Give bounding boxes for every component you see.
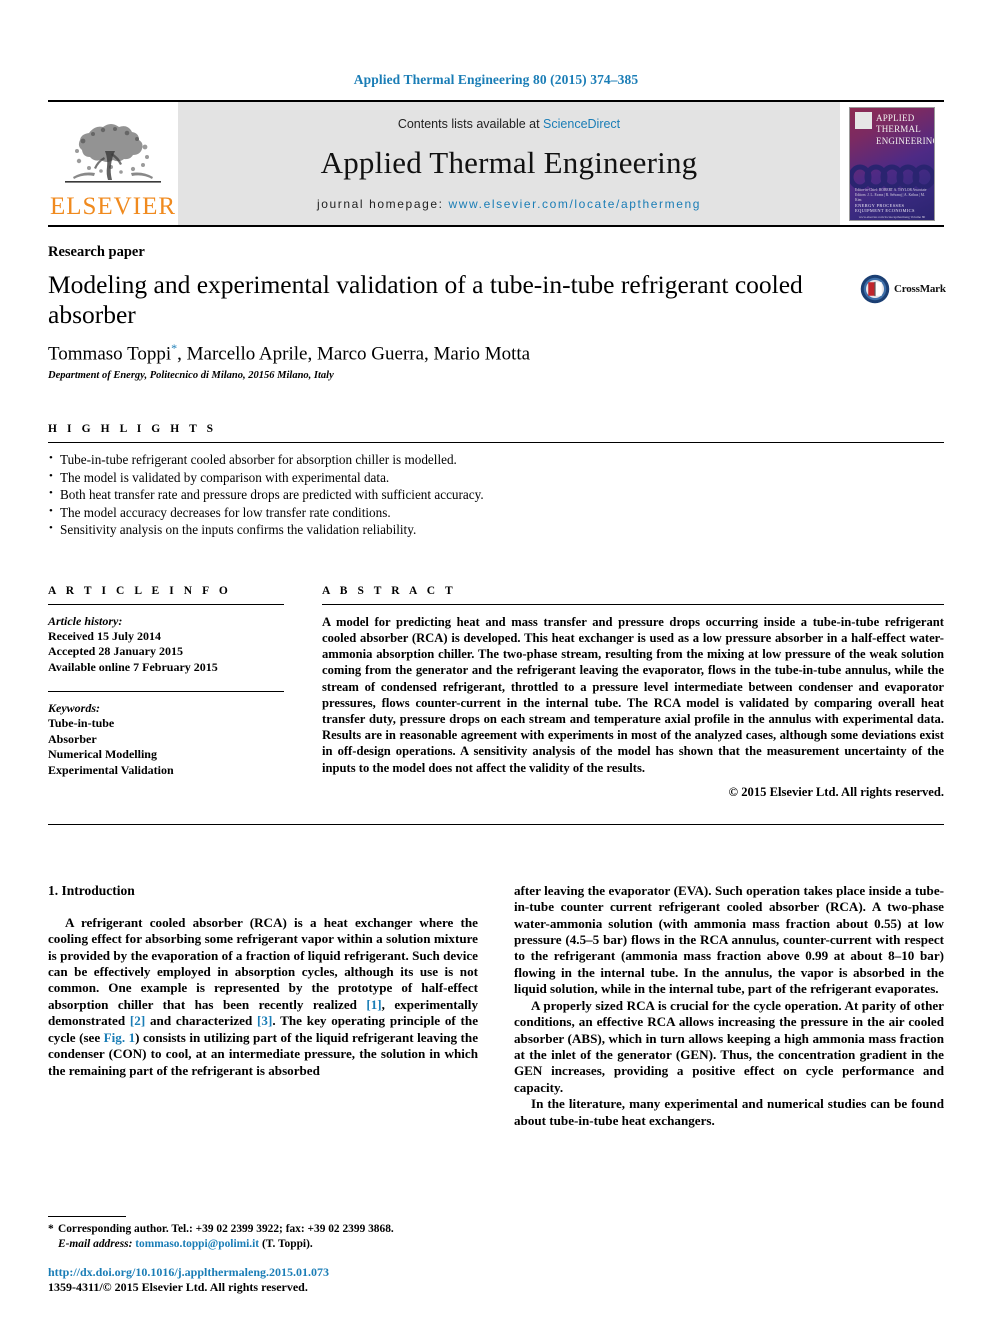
journal-cover-image: APPLIED THERMAL ENGINEERING Editor-in-Ch… — [849, 106, 935, 221]
journal-homepage-line: journal homepage: www.elsevier.com/locat… — [317, 197, 701, 211]
body-columns: 1. Introduction A refrigerant cooled abs… — [48, 883, 944, 1129]
contents-prefix: Contents lists available at — [397, 116, 544, 131]
list-item: Both heat transfer rate and pressure dro… — [48, 485, 944, 504]
abstract-copyright: © 2015 Elsevier Ltd. All rights reserved… — [728, 784, 944, 799]
keyword-item: Experimental Validation — [48, 762, 174, 777]
keywords-heading: Keywords: — [48, 701, 100, 716]
article-history-heading: Article history: — [48, 613, 123, 628]
reference-link-3[interactable]: [3] — [257, 1013, 272, 1028]
masthead-bottom-rule — [48, 225, 944, 227]
elsevier-logo: ELSEVIER — [48, 102, 178, 225]
keyword-item: Tube-in-tube — [48, 716, 115, 731]
info-abstract-block: A R T I C L E I N F O Article history: R… — [48, 585, 944, 800]
keyword-item: Numerical Modelling — [48, 747, 157, 762]
page-title: Modeling and experimental validation of … — [48, 270, 803, 329]
paragraph: In the literature, many experimental and… — [514, 1096, 944, 1128]
email-owner: (T. Toppi). — [261, 1237, 313, 1250]
abstract-label: A B S T R A C T — [322, 584, 457, 597]
doi-block: http://dx.doi.org/10.1016/j.applthermale… — [48, 1265, 460, 1280]
reference-link-2[interactable]: [2] — [130, 1013, 145, 1028]
cover-title: APPLIED THERMAL ENGINEERING — [876, 112, 935, 148]
cover-editors: Editor-in-Chief: ROBERT A. TAYLOR Associ… — [855, 187, 927, 203]
sciencedirect-link[interactable]: ScienceDirect — [543, 117, 620, 131]
article-history-received: Received 15 July 2014 — [48, 628, 161, 643]
journal-title: Applied Thermal Engineering — [320, 144, 698, 180]
crossmark-label: CrossMark — [894, 283, 946, 295]
figure-link-1[interactable]: Fig. 1 — [104, 1030, 135, 1045]
article-info-rule — [48, 603, 284, 605]
section-heading-introduction: 1. Introduction — [48, 882, 135, 898]
abstract-rule — [322, 603, 944, 605]
article-history-accepted: Accepted 28 January 2015 — [48, 644, 183, 659]
reference-link-1[interactable]: [1] — [366, 997, 381, 1012]
cover-topics: ENERGY PROCESSES EQUIPMENT ECONOMICS — [855, 202, 915, 213]
cover-title-line2: THERMAL — [876, 124, 921, 134]
corresponding-author-note: * Corresponding author. Tel.: +39 02 239… — [48, 1222, 460, 1251]
elsevier-wordmark: ELSEVIER — [49, 193, 177, 220]
paragraph: A properly sized RCA is crucial for the … — [514, 997, 944, 1095]
title-row: Modeling and experimental validation of … — [48, 270, 946, 330]
author-first: Tommaso Toppi — [48, 343, 172, 365]
masthead-right: APPLIED THERMAL ENGINEERING Editor-in-Ch… — [840, 102, 944, 225]
cover-bottom-line: www.elsevier.com/locate/apthermeng Volum… — [858, 214, 926, 219]
footnote-rule — [48, 1216, 126, 1217]
paper-page: Applied Thermal Engineering 80 (2015) 37… — [0, 0, 992, 1323]
affiliation: Department of Energy, Politecnico di Mil… — [48, 370, 334, 382]
email-link[interactable]: tommaso.toppi@polimi.it — [135, 1238, 259, 1250]
crossmark-badge[interactable]: CrossMark — [860, 274, 946, 304]
corresponding-author-text: Corresponding author. Tel.: +39 02 2399 … — [58, 1223, 394, 1235]
cover-title-line1: APPLIED — [876, 112, 915, 123]
journal-masthead: ELSEVIER Contents lists available at Sci… — [48, 102, 944, 225]
highlights-list: Tube-in-tube refrigerant cooled absorber… — [48, 450, 944, 539]
body-separator-rule — [48, 823, 944, 825]
paragraph: after leaving the evaporator (EVA). Such… — [514, 882, 944, 997]
page-footnote: * Corresponding author. Tel.: +39 02 239… — [48, 1216, 460, 1295]
body-column-right: after leaving the evaporator (EVA). Such… — [514, 883, 944, 1129]
homepage-label: journal homepage: — [316, 196, 444, 211]
para-text-3: and characterized — [145, 1013, 258, 1029]
contents-lists-line: Contents lists available at ScienceDirec… — [398, 117, 620, 131]
doi-link[interactable]: http://dx.doi.org/10.1016/j.applthermale… — [48, 1265, 329, 1279]
author-list: Tommaso Toppi*, Marcello Aprile, Marco G… — [48, 341, 944, 365]
elsevier-tree-icon — [65, 124, 161, 183]
list-item: Sensitivity analysis on the inputs confi… — [48, 520, 944, 539]
paragraph: A refrigerant cooled absorber (RCA) is a… — [48, 915, 478, 1079]
running-head: Applied Thermal Engineering 80 (2015) 37… — [353, 72, 639, 87]
list-item: The model accuracy decreases for low tra… — [48, 503, 944, 522]
authors-remaining: , Marcello Aprile, Marco Guerra, Mario M… — [177, 343, 531, 365]
highlights-section: H I G H L I G H T S Tube-in-tube refrige… — [48, 423, 944, 539]
abstract-section: A B S T R A C T A model for predicting h… — [322, 585, 944, 800]
issn-copyright: 1359-4311/© 2015 Elsevier Ltd. All right… — [48, 1280, 308, 1294]
email-label: E-mail address: — [58, 1237, 133, 1250]
cover-title-line3: ENGINEERING — [876, 135, 935, 146]
abstract-text: A model for predicting heat and mass tra… — [322, 614, 944, 775]
cover-elsevier-mark — [855, 111, 872, 129]
homepage-url-link[interactable]: www.elsevier.com/locate/apthermeng — [449, 197, 702, 211]
article-info-label: A R T I C L E I N F O — [48, 584, 232, 597]
list-item: The model is validated by comparison wit… — [48, 468, 944, 487]
highlights-label: H I G H L I G H T S — [48, 423, 217, 436]
body-column-left: 1. Introduction A refrigerant cooled abs… — [48, 883, 478, 1129]
keyword-item: Absorber — [48, 731, 97, 746]
crossmark-icon — [860, 274, 890, 304]
list-item: Tube-in-tube refrigerant cooled absorber… — [48, 450, 944, 469]
article-history-online: Available online 7 February 2015 — [48, 659, 218, 674]
masthead-center: Contents lists available at ScienceDirec… — [178, 102, 840, 225]
article-info-section: A R T I C L E I N F O Article history: R… — [48, 585, 284, 800]
highlights-rule — [48, 442, 944, 444]
article-type: Research paper — [48, 244, 145, 260]
keywords-rule — [48, 691, 284, 693]
footnote-marker: * — [48, 1223, 54, 1235]
cover-chain-graphic — [850, 164, 934, 189]
